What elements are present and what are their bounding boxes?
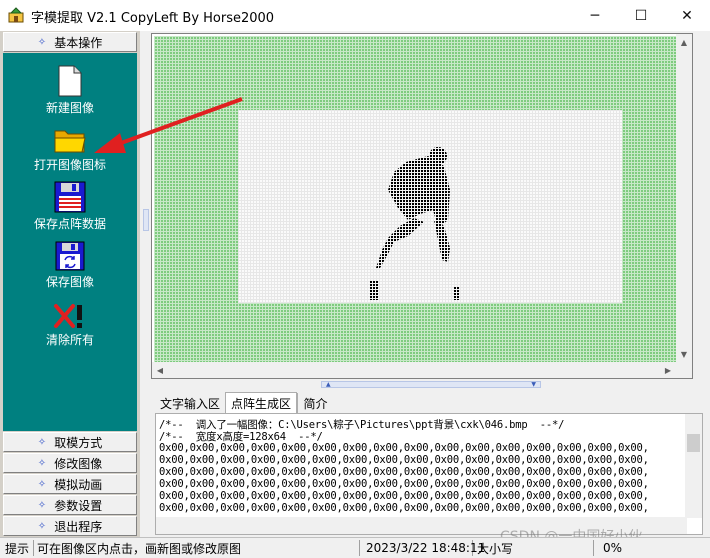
new-image-icon bbox=[58, 65, 82, 97]
status-message: 可在图像区内点击，画新图或修改原图 bbox=[34, 540, 360, 556]
clear-all-tool[interactable]: 清除所有 bbox=[3, 303, 137, 348]
diamond-icon: ✧ bbox=[37, 457, 47, 469]
save-matrix-tool[interactable]: 保存点阵数据 bbox=[3, 181, 137, 232]
app-icon bbox=[8, 7, 24, 23]
bitmap-image[interactable] bbox=[238, 110, 622, 303]
scroll-thumb[interactable] bbox=[687, 434, 700, 452]
edit-image-label: 修改图像 bbox=[54, 456, 103, 471]
image-canvas-frame: ▲ ▼ ◀ ▶ bbox=[151, 33, 693, 379]
scroll-down-icon[interactable]: ▼ bbox=[676, 346, 692, 362]
diamond-icon: ✧ bbox=[37, 436, 47, 448]
scroll-up-icon[interactable]: ▲ bbox=[676, 34, 692, 50]
output-line: 0x00,0x00,0x00,0x00,0x00,0x00,0x00,0x00,… bbox=[159, 490, 649, 502]
status-datetime: 2023/3/22 18:48:11 bbox=[363, 540, 485, 556]
parameter-settings-label: 参数设置 bbox=[54, 498, 103, 513]
basic-ops-label: 基本操作 bbox=[54, 35, 103, 50]
sampling-mode-label: 取模方式 bbox=[54, 435, 103, 450]
diamond-icon: ✧ bbox=[37, 499, 47, 511]
maximize-button[interactable]: ☐ bbox=[618, 0, 664, 31]
close-button[interactable]: ✕ bbox=[664, 0, 710, 31]
scroll-left-icon[interactable]: ◀ bbox=[152, 362, 168, 378]
output-line: 0x00,0x00,0x00,0x00,0x00,0x00,0x00,0x00,… bbox=[159, 478, 649, 490]
canvas-horizontal-scrollbar[interactable]: ◀ ▶ bbox=[152, 362, 676, 378]
save-matrix-icon bbox=[54, 181, 86, 213]
status-bar: 提示 可在图像区内点击，画新图或修改原图 2023/3/22 18:48:11 … bbox=[0, 537, 710, 558]
exit-program-label: 退出程序 bbox=[54, 519, 103, 534]
pixel-grid[interactable] bbox=[154, 36, 689, 369]
status-percent: 0% bbox=[603, 541, 623, 555]
save-image-label: 保存图像 bbox=[45, 275, 94, 289]
edit-image-button[interactable]: ✧ 修改图像 bbox=[3, 453, 137, 473]
diamond-icon: ✧ bbox=[37, 36, 47, 48]
diamond-icon: ✧ bbox=[37, 520, 47, 532]
simulate-animation-button[interactable]: ✧ 模拟动画 bbox=[3, 474, 137, 494]
tab-about[interactable]: 简介 bbox=[297, 393, 333, 413]
status-caps: 大小写 bbox=[474, 540, 594, 556]
status-label: 提示 bbox=[2, 540, 34, 556]
canvas-vertical-scrollbar[interactable]: ▲ ▼ bbox=[676, 34, 692, 378]
output-line: 0x00,0x00,0x00,0x00,0x00,0x00,0x00,0x00,… bbox=[159, 466, 649, 478]
window-title: 字模提取 V2.1 CopyLeft By Horse2000 bbox=[31, 11, 275, 26]
basic-ops-button[interactable]: ✧ 基本操作 bbox=[3, 32, 137, 52]
output-line: 0x00,0x00,0x00,0x00,0x00,0x00,0x00,0x00,… bbox=[159, 502, 649, 514]
red-arrow-icon bbox=[94, 97, 243, 153]
clear-all-icon bbox=[54, 304, 82, 328]
output-line: 0x00,0x00,0x00,0x00,0x00,0x00,0x00,0x00,… bbox=[159, 442, 649, 454]
save-matrix-label: 保存点阵数据 bbox=[33, 217, 106, 231]
title-bar: 字模提取 V2.1 CopyLeft By Horse2000 ─ ☐ ✕ bbox=[0, 0, 710, 31]
sampling-mode-button[interactable]: ✧ 取模方式 bbox=[3, 432, 137, 452]
clear-all-label: 清除所有 bbox=[45, 333, 94, 347]
save-image-icon bbox=[55, 241, 85, 271]
splitter-handle[interactable] bbox=[143, 209, 149, 231]
diamond-icon: ✧ bbox=[37, 478, 47, 490]
save-image-tool[interactable]: 保存图像 bbox=[3, 241, 137, 290]
scroll-right-icon[interactable]: ▶ bbox=[660, 362, 676, 378]
matrix-output-textarea[interactable]: /*-- 调入了一幅图像：C:\Users\粽子\Pictures\ppt背景\… bbox=[155, 413, 703, 535]
horizontal-splitter[interactable]: ▲ ▼ bbox=[151, 380, 693, 390]
tab-matrix-output[interactable]: 点阵生成区 bbox=[225, 392, 297, 413]
minimize-button[interactable]: ─ bbox=[572, 0, 618, 31]
exit-program-button[interactable]: ✧ 退出程序 bbox=[3, 516, 137, 536]
splitter-handle[interactable]: ▲ ▼ bbox=[321, 381, 541, 388]
simulate-animation-label: 模拟动画 bbox=[54, 477, 103, 492]
output-line: 0x00,0x00,0x00,0x00,0x00,0x00,0x00,0x00,… bbox=[159, 454, 649, 466]
tab-text-input[interactable]: 文字输入区 bbox=[155, 393, 225, 413]
parameter-settings-button[interactable]: ✧ 参数设置 bbox=[3, 495, 137, 515]
output-vertical-scrollbar[interactable] bbox=[685, 414, 702, 518]
figure-silhouette bbox=[370, 147, 460, 300]
